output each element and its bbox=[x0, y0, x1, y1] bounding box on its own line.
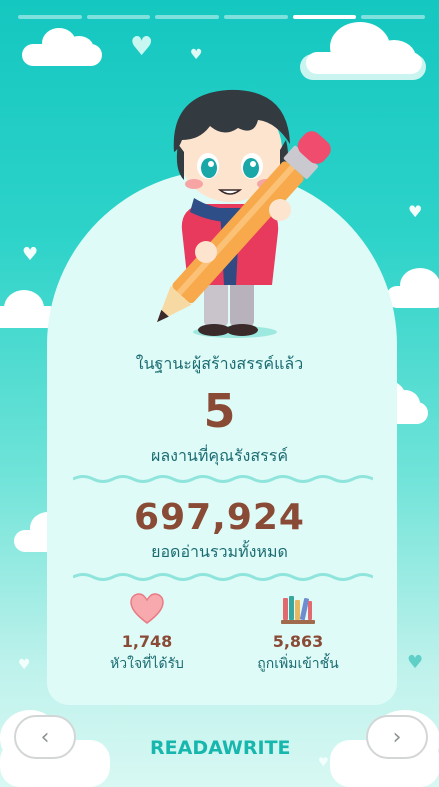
heart-decoration: ♥ bbox=[407, 652, 424, 673]
progress-segment bbox=[86, 15, 151, 19]
works-count: 5 bbox=[203, 384, 236, 438]
wave-divider bbox=[73, 475, 373, 483]
heart-decoration: ♥ bbox=[130, 32, 154, 62]
readawrite-logo: READAWRITE bbox=[150, 737, 291, 759]
chevron-left-icon: ‹ bbox=[40, 724, 50, 750]
shelf-value: 5,863 bbox=[272, 632, 324, 651]
cloud-decoration bbox=[300, 22, 430, 82]
works-label: ผลงานที่คุณรังสรรค์ bbox=[150, 446, 289, 465]
bookshelf-icon bbox=[281, 596, 315, 624]
progress-segment bbox=[155, 15, 220, 19]
progress-segment bbox=[361, 15, 426, 19]
progress-segment-active bbox=[292, 15, 357, 19]
heart-icon bbox=[130, 593, 164, 624]
role-text: ในฐานะผู้สร้างสรรค์แล้ว bbox=[135, 354, 304, 373]
hearts-label: หัวใจที่ได้รับ bbox=[110, 656, 184, 672]
heart-decoration: ♥ bbox=[408, 202, 423, 221]
heart-decoration: ♥ bbox=[190, 47, 203, 63]
next-button[interactable]: › bbox=[366, 715, 428, 759]
shelf-label: ถูกเพิ่มเข้าชั้น bbox=[257, 656, 339, 672]
wave-divider bbox=[73, 573, 373, 581]
hearts-stat: 1,748 หัวใจที่ได้รับ bbox=[67, 592, 227, 675]
chevron-right-icon: › bbox=[392, 724, 402, 750]
heart-decoration: ♥ bbox=[22, 244, 39, 265]
total-reads-value: 697,924 bbox=[134, 497, 305, 538]
heart-decoration: ♥ bbox=[318, 755, 329, 769]
cloud-decoration bbox=[386, 268, 439, 312]
writer-mascot-illustration bbox=[157, 89, 331, 338]
cloud-decoration bbox=[22, 28, 102, 68]
wrap-summary-screen: ♥ ♥ ♥ ♥ ♥ ♥ ♥ ♥ bbox=[0, 0, 439, 787]
story-progress bbox=[18, 15, 426, 19]
progress-segment bbox=[224, 15, 288, 19]
total-reads-label: ยอดอ่านรวมทั้งหมด bbox=[151, 542, 288, 561]
shelf-stat: 5,863 ถูกเพิ่มเข้าชั้น bbox=[218, 592, 378, 675]
heart-decoration: ♥ bbox=[18, 657, 31, 673]
hearts-value: 1,748 bbox=[121, 632, 173, 651]
progress-segment bbox=[18, 15, 82, 19]
previous-button[interactable]: ‹ bbox=[14, 715, 76, 759]
